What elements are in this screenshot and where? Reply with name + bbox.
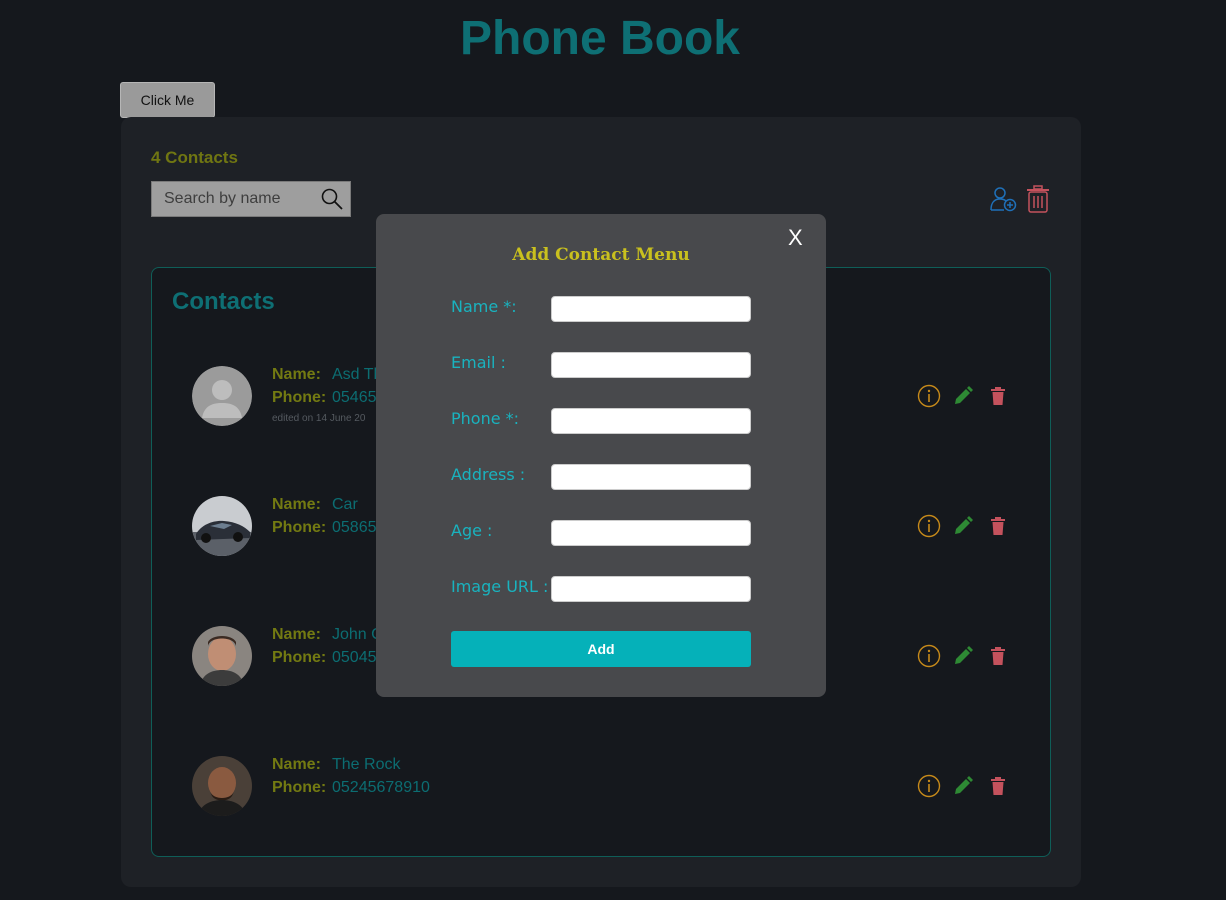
trash-icon[interactable] [991,647,1005,665]
age-field[interactable] [551,520,751,546]
person-photo-icon [192,626,252,686]
contact-name-line: Name: Car [272,496,358,514]
contact-phone-line: Phone: 05865 [272,519,377,537]
name-label: Name: [272,626,321,643]
info-icon[interactable] [917,514,941,538]
email-field-label: Email : [451,353,506,372]
contact-phone-line: Phone: 05245678910 [272,779,430,797]
image-url-field-label: Image URL : [451,577,549,596]
search-input[interactable] [152,182,317,216]
contact-name: Car [332,496,358,513]
contact-phone-line: Phone: 05465 [272,389,377,407]
name-label: Name: [272,756,321,773]
edited-note: edited on 14 June 20 [272,413,366,424]
name-label: Name: [272,366,321,383]
name-field[interactable] [551,296,751,322]
add-user-icon[interactable] [989,185,1017,213]
contact-count: 4 Contacts [151,148,238,167]
click-me-button[interactable]: Click Me [120,82,215,118]
contact-phone: 05045 [332,649,377,666]
edit-pencil-icon[interactable] [953,776,973,796]
address-field-label: Address : [451,465,526,484]
phone-field[interactable] [551,408,751,434]
trash-icon[interactable] [991,777,1005,795]
contact-name-line: Name: The Rock [272,756,400,774]
phone-label: Phone: [272,649,327,666]
contacts-heading: Contacts [172,288,275,315]
info-icon[interactable] [917,384,941,408]
info-icon[interactable] [917,644,941,668]
email-field[interactable] [551,352,751,378]
edit-pencil-icon[interactable] [953,386,973,406]
car-photo-icon [192,496,252,556]
trash-icon[interactable] [991,387,1005,405]
search-icon[interactable] [320,187,344,211]
phone-field-label: Phone *: [451,409,520,428]
contact-phone: 05245678910 [332,779,430,796]
trash-icon[interactable] [991,517,1005,535]
address-field[interactable] [551,464,751,490]
image-url-field[interactable] [551,576,751,602]
contact-name-line: Name: Asd Th [272,366,382,384]
contact-phone-line: Phone: 05045 [272,649,377,667]
phone-label: Phone: [272,779,327,796]
name-field-label: Name *: [451,297,517,316]
contact-row: Name: The Rock Phone: 05245678910 [192,756,1022,826]
contact-phone: 05865 [332,519,377,536]
page-title: Phone Book [459,12,740,65]
person-photo-icon [192,756,252,816]
modal-title: Add Contact Menu [512,245,690,265]
phone-label: Phone: [272,389,327,406]
default-avatar-icon [192,366,252,426]
phone-label: Phone: [272,519,327,536]
info-icon[interactable] [917,774,941,798]
contact-phone: 05465 [332,389,377,406]
contact-name: The Rock [332,756,401,773]
add-contact-modal: X Add Contact Menu Name *: Email : Phone… [376,214,826,697]
age-field-label: Age : [451,521,493,540]
search-box [151,181,351,217]
delete-all-icon[interactable] [1026,185,1050,213]
contact-name: Asd Th [332,366,383,383]
contact-name-line: Name: John C [272,626,383,644]
add-button[interactable]: Add [451,631,751,667]
name-label: Name: [272,496,321,513]
edit-pencil-icon[interactable] [953,516,973,536]
edit-pencil-icon[interactable] [953,646,973,666]
